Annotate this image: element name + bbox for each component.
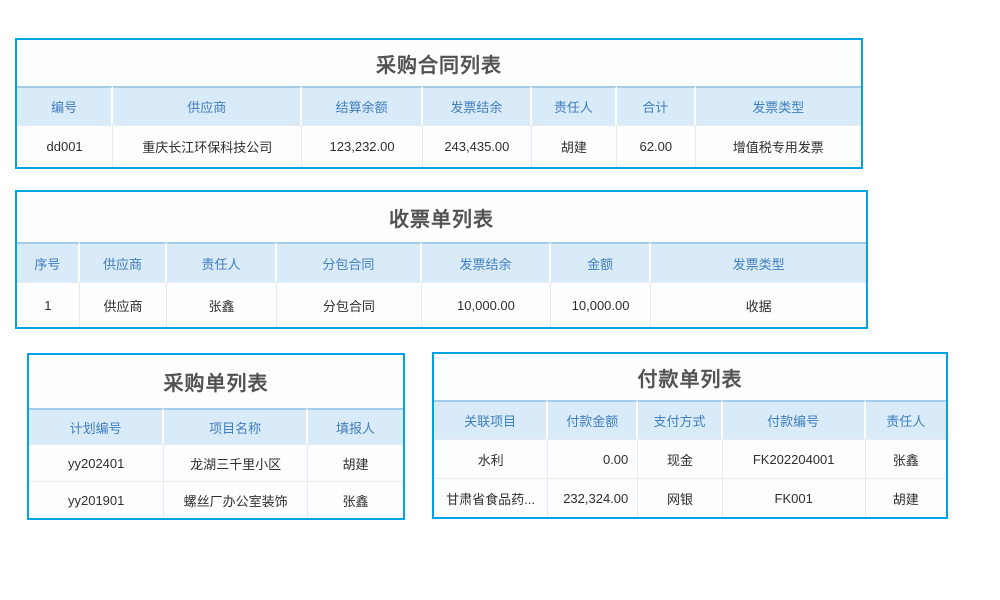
payment-title: 付款单列表 (434, 354, 946, 400)
receipt-table: 序号 供应商 责任人 分包合同 发票结余 金额 发票类型 1 供应商 张鑫 分包… (17, 242, 866, 327)
header-row: 序号 供应商 责任人 分包合同 发票结余 金额 发票类型 (17, 242, 866, 282)
cell-responsible: 张鑫 (167, 282, 277, 327)
cell-payment-method: 现金 (638, 439, 722, 478)
cell-payment-amount: 0.00 (548, 439, 638, 478)
cell-total: 62.00 (617, 125, 695, 167)
cell-plan-id: yy201901 (29, 481, 164, 518)
column-header: 发票类型 (651, 242, 866, 282)
cell-project-name: 龙湖三千里小区 (164, 444, 308, 481)
table-row: dd001 重庆长江环保科技公司 123,232.00 243,435.00 胡… (17, 125, 861, 167)
header-row: 编号 供应商 结算余额 发票结余 责任人 合计 发票类型 (17, 86, 861, 125)
cell-payment-id: FK202204001 (723, 439, 866, 478)
column-header: 供应商 (113, 86, 302, 125)
cell-invoice-type: 增值税专用发票 (696, 125, 861, 167)
cell-payment-id: FK001 (723, 478, 866, 517)
cell-subcontract: 分包合同 (277, 282, 422, 327)
cell-supplier: 重庆长江环保科技公司 (113, 125, 302, 167)
purchase-contract-panel: 采购合同列表 编号 供应商 结算余额 发票结余 责任人 合计 发票类型 (15, 38, 863, 169)
column-header: 计划编号 (29, 408, 164, 444)
cell-invoice-balance: 243,435.00 (423, 125, 532, 167)
header-row: 关联项目 付款金额 支付方式 付款编号 责任人 (434, 400, 946, 439)
column-header: 关联项目 (434, 400, 548, 439)
cell-invoice-balance: 10,000.00 (422, 282, 551, 327)
purchase-order-panel: 采购单列表 计划编号 项目名称 填报人 yy202401 龙湖三千里小区 胡建 (27, 353, 405, 520)
cell-payment-amount: 232,324.00 (548, 478, 638, 517)
column-header: 发票类型 (696, 86, 861, 125)
purchase-contract-title: 采购合同列表 (17, 40, 861, 86)
dashboard-page: 采购合同列表 编号 供应商 结算余额 发票结余 责任人 合计 发票类型 (0, 0, 1000, 600)
column-header: 支付方式 (638, 400, 722, 439)
column-header: 序号 (17, 242, 80, 282)
cell-related-project: 水利 (434, 439, 548, 478)
cell-seq: 1 (17, 282, 80, 327)
column-header: 责任人 (866, 400, 946, 439)
column-header: 项目名称 (164, 408, 308, 444)
cell-plan-id: yy202401 (29, 444, 164, 481)
table-row: 1 供应商 张鑫 分包合同 10,000.00 10,000.00 收据 (17, 282, 866, 327)
table-row: yy202401 龙湖三千里小区 胡建 (29, 444, 403, 481)
header-row: 计划编号 项目名称 填报人 (29, 408, 403, 444)
cell-settlement-balance: 123,232.00 (302, 125, 423, 167)
column-header: 发票结余 (422, 242, 551, 282)
cell-filler: 张鑫 (308, 481, 403, 518)
payment-panel: 付款单列表 关联项目 付款金额 支付方式 付款编号 责任人 水利 0.00 (432, 352, 948, 519)
cell-responsible: 胡建 (532, 125, 617, 167)
column-header: 结算余额 (302, 86, 423, 125)
cell-supplier: 供应商 (80, 282, 167, 327)
cell-related-project: 甘肃省食品药... (434, 478, 548, 517)
purchase-order-title: 采购单列表 (29, 355, 403, 408)
cell-payment-method: 网银 (638, 478, 722, 517)
receipt-panel: 收票单列表 序号 供应商 责任人 分包合同 发票结余 金额 发票类型 (15, 190, 868, 329)
column-header: 付款编号 (723, 400, 866, 439)
cell-responsible: 胡建 (866, 478, 946, 517)
column-header: 金额 (551, 242, 651, 282)
column-header: 填报人 (308, 408, 403, 444)
column-header: 分包合同 (277, 242, 422, 282)
column-header: 编号 (17, 86, 113, 125)
cell-amount: 10,000.00 (551, 282, 651, 327)
table-row: 甘肃省食品药... 232,324.00 网银 FK001 胡建 (434, 478, 946, 517)
column-header: 责任人 (167, 242, 277, 282)
column-header: 责任人 (532, 86, 617, 125)
purchase-order-table: 计划编号 项目名称 填报人 yy202401 龙湖三千里小区 胡建 yy2019… (29, 408, 403, 518)
cell-responsible: 张鑫 (866, 439, 946, 478)
table-row: 水利 0.00 现金 FK202204001 张鑫 (434, 439, 946, 478)
purchase-contract-table: 编号 供应商 结算余额 发票结余 责任人 合计 发票类型 dd001 重庆长江环… (17, 86, 861, 167)
cell-project-name: 螺丝厂办公室装饰 (164, 481, 308, 518)
column-header: 付款金额 (548, 400, 638, 439)
receipt-title: 收票单列表 (17, 192, 866, 242)
column-header: 合计 (617, 86, 695, 125)
column-header: 发票结余 (423, 86, 532, 125)
cell-invoice-type: 收据 (651, 282, 866, 327)
table-row: yy201901 螺丝厂办公室装饰 张鑫 (29, 481, 403, 518)
payment-table: 关联项目 付款金额 支付方式 付款编号 责任人 水利 0.00 现金 FK202… (434, 400, 946, 517)
cell-contract-id: dd001 (17, 125, 113, 167)
column-header: 供应商 (80, 242, 167, 282)
cell-filler: 胡建 (308, 444, 403, 481)
